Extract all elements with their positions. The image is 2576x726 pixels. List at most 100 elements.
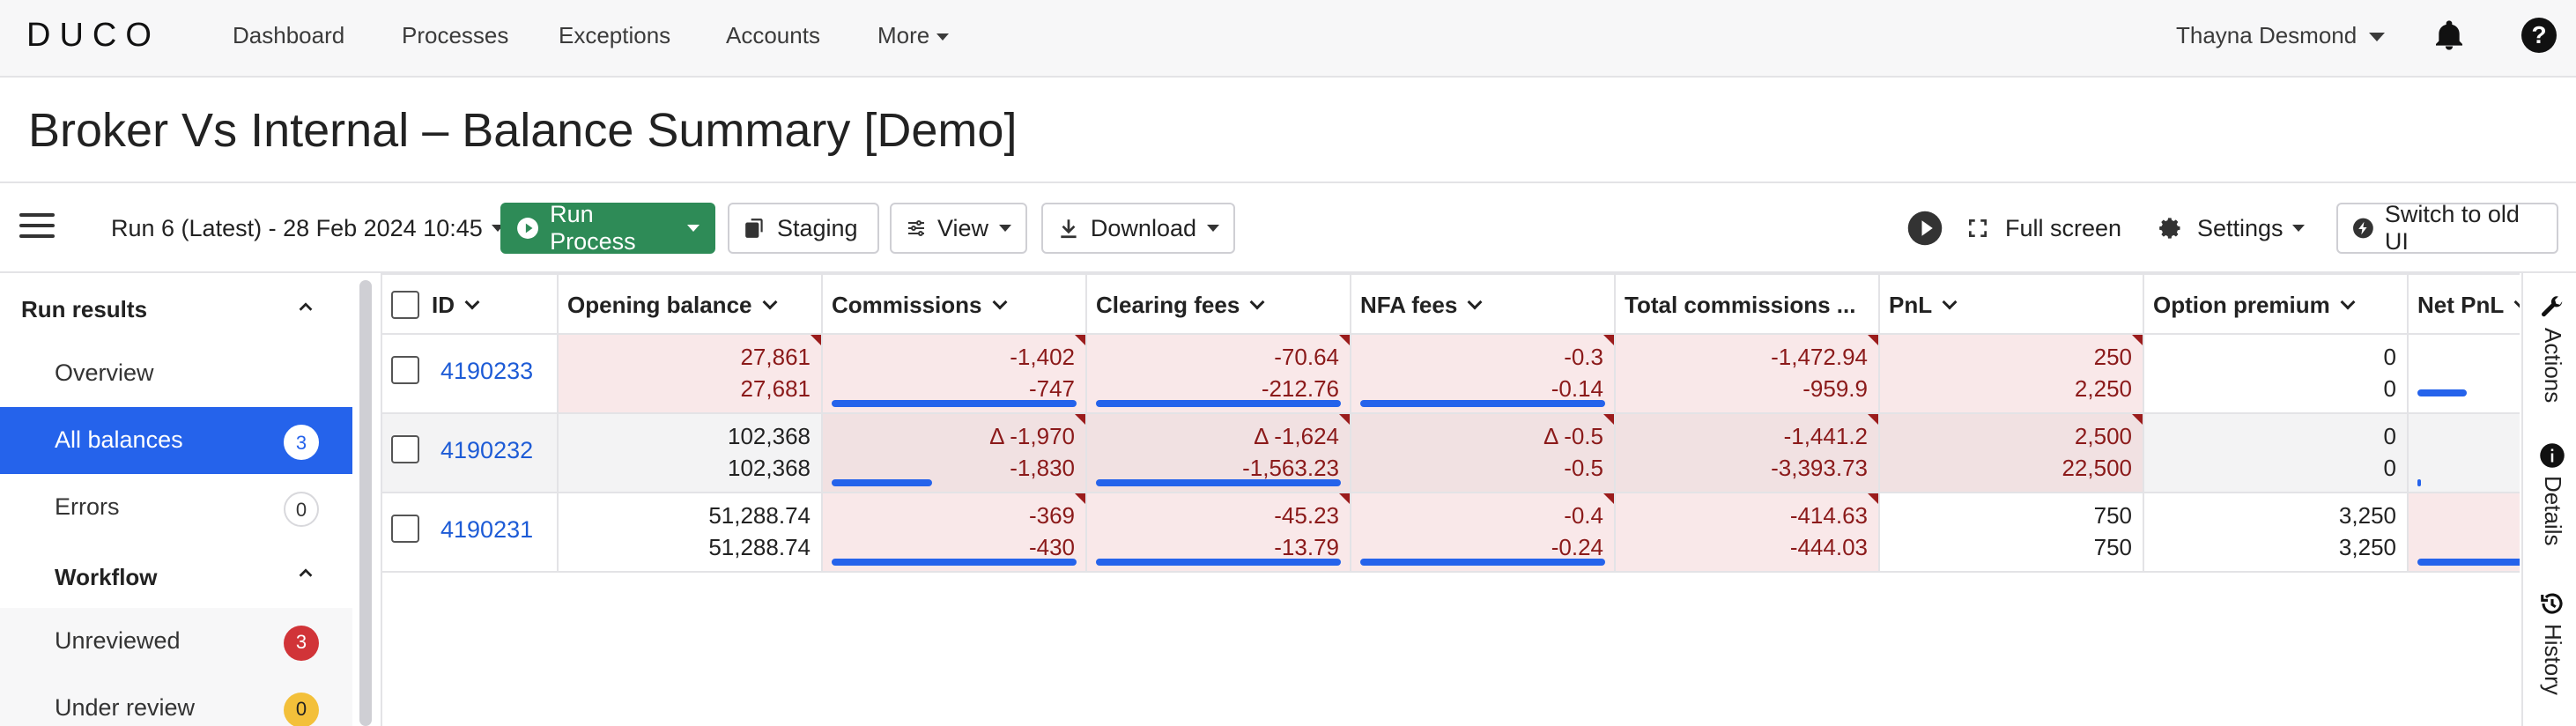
broker-value: -1,441.2: [1783, 423, 1868, 449]
chevron-down-icon[interactable]: [464, 294, 480, 310]
sidebar-item-errors[interactable]: Errors 0: [0, 474, 352, 541]
nav-dashboard[interactable]: Dashboard: [233, 21, 344, 49]
break-flag-icon: [1603, 335, 1614, 345]
right-rail: Actions Details History: [2521, 273, 2576, 726]
column-header-clearing-fees[interactable]: Clearing fees: [1087, 275, 1351, 335]
sidebar-item-overview[interactable]: Overview: [0, 340, 352, 407]
chevron-up-icon[interactable]: [296, 564, 315, 583]
nfa-fees-cell[interactable]: -0.3 -0.14: [1351, 335, 1616, 412]
broker-value: 51,288.74: [708, 502, 811, 529]
column-header-net-pnl[interactable]: Net PnL: [2409, 275, 2520, 335]
row-checkbox[interactable]: [391, 435, 419, 463]
menu-icon[interactable]: [19, 213, 55, 241]
column-header-nfa-fees[interactable]: NFA fees: [1351, 275, 1616, 335]
duco-logo[interactable]: DUCO: [26, 18, 171, 53]
run-select[interactable]: Run 6 (Latest) - 28 Feb 2024 10:45: [111, 203, 504, 254]
run-process-button[interactable]: Run Process: [500, 201, 715, 255]
table-row[interactable]: 4190231 51,288.74 51,288.74 -369 -430 -4…: [382, 493, 2520, 573]
total-commissions-cell[interactable]: -1,441.2 -3,393.73: [1616, 414, 1880, 492]
nav-exceptions[interactable]: Exceptions: [559, 21, 670, 49]
opening-balance-cell[interactable]: 102,368 102,368: [559, 414, 823, 492]
settings-button[interactable]: Settings: [2158, 203, 2305, 254]
commissions-cell[interactable]: -369 -430: [823, 493, 1087, 571]
switch-ui-label: Switch to old UI: [2384, 201, 2520, 255]
view-button[interactable]: View: [890, 203, 1027, 254]
column-header-opening-balance[interactable]: Opening balance: [559, 275, 823, 335]
download-button[interactable]: Download: [1041, 203, 1235, 254]
chevron-down-icon[interactable]: [992, 294, 1007, 310]
opening-balance-cell[interactable]: 51,288.74 51,288.74: [559, 493, 823, 571]
opening-balance-cell[interactable]: 27,861 27,681: [559, 335, 823, 412]
sidebar-item-all-balances[interactable]: All balances 3: [0, 407, 352, 474]
total-commissions-cell[interactable]: -414.63 -444.03: [1616, 493, 1880, 571]
broker-value: 750: [2093, 502, 2132, 529]
clearing-fees-cell[interactable]: -45.23 -13.79: [1087, 493, 1351, 571]
pnl-cell[interactable]: 750 750: [1880, 493, 2144, 571]
option-premium-cell[interactable]: 0 0: [2144, 335, 2409, 412]
row-id-link[interactable]: 4190233: [440, 358, 533, 385]
pnl-cell[interactable]: 250 2,250: [1880, 335, 2144, 412]
chevron-down-icon[interactable]: [1249, 294, 1265, 310]
column-header-total-commissions[interactable]: Total commissions ...: [1616, 275, 1880, 335]
nfa-fees-cell[interactable]: -0.4 -0.24: [1351, 493, 1616, 571]
caret-down-icon: [936, 33, 950, 41]
row-checkbox[interactable]: [391, 515, 419, 543]
nav-accounts[interactable]: Accounts: [726, 21, 820, 49]
commissions-cell[interactable]: Δ -1,970 -1,830: [823, 414, 1087, 492]
commissions-cell[interactable]: -1,402 -747: [823, 335, 1087, 412]
chevron-down-icon[interactable]: [1942, 294, 1958, 310]
copy-icon: [745, 219, 763, 238]
sidebar-item-unreviewed[interactable]: Unreviewed 3: [0, 608, 352, 675]
break-flag-icon: [1075, 493, 1085, 504]
wrench-icon: [2542, 296, 2563, 317]
chevron-up-icon[interactable]: [296, 298, 315, 317]
progress-bar: [832, 479, 932, 486]
table-row[interactable]: 4190232 102,368 102,368 Δ -1,970 -1,830 …: [382, 414, 2520, 493]
column-header-pnl[interactable]: PnL: [1880, 275, 2144, 335]
option-premium-cell[interactable]: 3,250 3,250: [2144, 493, 2409, 571]
help-icon[interactable]: ?: [2521, 18, 2557, 53]
pnl-cell[interactable]: 2,500 22,500: [1880, 414, 2144, 492]
chevron-down-icon[interactable]: [1467, 294, 1483, 310]
workflow-heading[interactable]: Workflow: [55, 564, 158, 591]
chevron-down-icon[interactable]: [762, 294, 777, 310]
broker-value: 0: [2383, 344, 2396, 370]
row-checkbox[interactable]: [391, 356, 419, 384]
staging-button[interactable]: Staging: [728, 203, 879, 254]
nfa-fees-cell[interactable]: Δ -0.5 -0.5: [1351, 414, 1616, 492]
row-id-link[interactable]: 4190231: [440, 516, 533, 544]
user-menu[interactable]: Thayna Desmond: [2176, 21, 2386, 49]
column-header-id[interactable]: ID: [382, 275, 559, 335]
run-results-heading[interactable]: Run results: [21, 296, 147, 323]
column-header-commissions[interactable]: Commissions: [823, 275, 1087, 335]
row-id-link[interactable]: 4190232: [440, 437, 533, 464]
sidebar-scrollbar[interactable]: [359, 280, 372, 726]
nav-more[interactable]: More: [877, 21, 950, 49]
net-pnl-cell[interactable]: [2409, 493, 2520, 571]
option-premium-cell[interactable]: 0 0: [2144, 414, 2409, 492]
play-icon[interactable]: [1906, 210, 1943, 247]
column-header-option-premium[interactable]: Option premium: [2144, 275, 2409, 335]
rail-details[interactable]: Details: [2523, 437, 2576, 569]
net-pnl-cell[interactable]: [2409, 335, 2520, 412]
broker-value: 102,368: [728, 423, 811, 449]
chevron-down-icon[interactable]: [2513, 294, 2520, 310]
total-commissions-cell[interactable]: -1,472.94 -959.9: [1616, 335, 1880, 412]
clearing-fees-cell[interactable]: Δ -1,624 -1,563.23: [1087, 414, 1351, 492]
sidebar-item-under-review[interactable]: Under review 0: [0, 675, 352, 726]
broker-value: -369: [1028, 502, 1075, 529]
sidebar: Run results Overview All balances 3 Erro…: [0, 273, 352, 726]
rail-history[interactable]: History: [2523, 585, 2576, 717]
select-all-checkbox[interactable]: [391, 291, 419, 319]
chevron-down-icon[interactable]: [2340, 294, 2356, 310]
net-pnl-cell[interactable]: [2409, 414, 2520, 492]
table-row[interactable]: 4190233 27,861 27,681 -1,402 -747 -70.64…: [382, 335, 2520, 414]
nav-processes[interactable]: Processes: [402, 21, 508, 49]
clearing-fees-cell[interactable]: -70.64 -212.76: [1087, 335, 1351, 412]
switch-ui-button[interactable]: Switch to old UI: [2336, 201, 2558, 255]
internal-value: -430: [1028, 534, 1075, 560]
rail-actions[interactable]: Actions: [2523, 289, 2576, 421]
history-icon: [2541, 593, 2563, 614]
bell-icon[interactable]: [2432, 18, 2467, 53]
full-screen-button[interactable]: Full screen: [1966, 203, 2121, 254]
